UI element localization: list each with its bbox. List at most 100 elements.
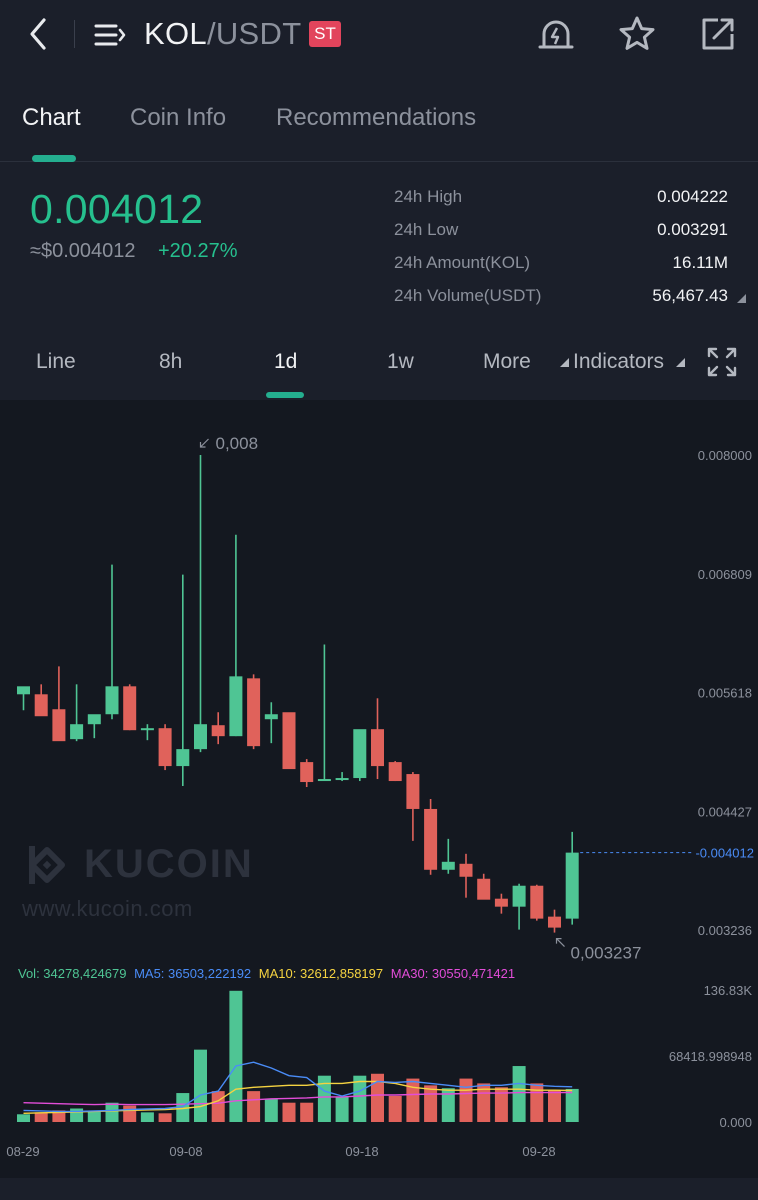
- share-icon[interactable]: [698, 14, 738, 54]
- candle-body: [371, 729, 384, 767]
- min-arrow-icon: [555, 937, 565, 948]
- candle-body: [406, 774, 420, 809]
- price-axis-tick: 0.004427: [698, 804, 752, 819]
- chart-area[interactable]: KUCOIN www.kucoin.com 0.008000 0.006809 0.…: [0, 400, 758, 1178]
- volume-bar: [282, 1102, 296, 1122]
- candle-body: [300, 762, 314, 783]
- tab-chart[interactable]: Chart: [22, 104, 81, 132]
- stat-label: 24h Volume(USDT): [394, 286, 542, 305]
- candle-body: [441, 861, 455, 870]
- candle-body: [424, 808, 438, 870]
- pair-separator: /: [206, 16, 216, 51]
- more-dropdown-icon[interactable]: [560, 358, 569, 367]
- volume-bar: [335, 1096, 349, 1122]
- volume-axis-tick: 68418.998948: [669, 1049, 752, 1064]
- candle-body: [530, 885, 544, 919]
- stat-24h-amount: 24h Amount(KOL) 16.11M: [394, 253, 734, 286]
- volume-bar: [140, 1112, 154, 1122]
- volume-bar: [300, 1102, 314, 1122]
- volume-bar: [229, 990, 243, 1122]
- stat-value: 0.003291: [657, 220, 728, 239]
- price-axis-tick: 0.003236: [698, 923, 752, 938]
- indicators-dropdown-icon[interactable]: [676, 358, 685, 367]
- candle-body: [459, 863, 473, 877]
- stat-value: 0.004222: [657, 187, 728, 206]
- back-arrow-icon[interactable]: [22, 14, 56, 54]
- min-price-label: 0,003237: [571, 944, 642, 963]
- volume-bar: [158, 1113, 172, 1122]
- ma30-label: MA30: 30550,471421: [390, 966, 516, 981]
- stat-label: 24h High: [394, 187, 463, 206]
- price-axis-tick: 0.008000: [698, 448, 752, 463]
- ma5-label: MA5: 36503,222192: [134, 966, 252, 981]
- volume-bar: [406, 1078, 420, 1122]
- top-bar: KOL/USDT ST: [0, 0, 758, 70]
- stat-value: 16.11M: [672, 253, 728, 272]
- volume-bar: [194, 1049, 207, 1122]
- candle-body: [229, 676, 243, 737]
- candle-body: [194, 724, 207, 750]
- trading-pair-title[interactable]: KOL/USDT: [144, 14, 301, 54]
- indicators-button[interactable]: Indicators: [573, 350, 664, 374]
- volume-bar: [388, 1095, 402, 1122]
- period-1d[interactable]: 1d: [274, 350, 297, 374]
- volume-axis-tick: 136.83K: [704, 983, 753, 998]
- candle-body: [158, 728, 172, 767]
- volume-bar: [247, 1091, 261, 1122]
- candlestick-chart[interactable]: 0.008000 0.006809 0.005618 0.004427 0.003236…: [0, 400, 758, 1178]
- volume-bar: [424, 1085, 438, 1122]
- candle-body: [87, 714, 101, 725]
- volume-bar: [565, 1088, 579, 1122]
- candle-body: [34, 694, 48, 717]
- candle-body: [140, 728, 154, 731]
- candle-body: [70, 724, 84, 740]
- quote-currency: USDT: [215, 16, 302, 51]
- candle-body: [548, 916, 561, 928]
- bottom-bar: [0, 1178, 758, 1200]
- candle-body: [123, 686, 137, 731]
- period-1w[interactable]: 1w: [387, 350, 414, 374]
- candle-body: [388, 762, 402, 782]
- period-8h[interactable]: 8h: [159, 350, 182, 374]
- stat-value: 56,467.43: [652, 286, 728, 305]
- period-more[interactable]: More: [483, 350, 531, 374]
- tab-coin-info[interactable]: Coin Info: [130, 104, 226, 132]
- active-period-indicator: [266, 392, 304, 398]
- x-axis-label: 09-18: [345, 1144, 378, 1159]
- candle-body: [565, 852, 579, 919]
- price-change: +20.27%: [158, 240, 238, 262]
- st-badge: ST: [309, 21, 341, 47]
- candle-body: [512, 885, 526, 907]
- ma10-label: MA10: 32612,858197: [258, 966, 384, 981]
- favorite-star-icon[interactable]: [617, 14, 657, 54]
- stat-24h-volume[interactable]: 24h Volume(USDT) 56,467.43: [394, 286, 746, 319]
- active-tab-indicator: [32, 155, 76, 162]
- volume-bar: [34, 1112, 48, 1122]
- menu-icon[interactable]: [92, 18, 128, 52]
- volume-bar: [530, 1083, 544, 1122]
- candle-body: [264, 714, 278, 720]
- price-alert-icon[interactable]: [536, 14, 576, 54]
- stat-24h-low: 24h Low 0.003291: [394, 220, 734, 253]
- expand-triangle-icon[interactable]: [737, 294, 746, 303]
- candle-body: [211, 725, 225, 737]
- volume-bar: [70, 1108, 84, 1122]
- volume-bar: [123, 1105, 137, 1122]
- x-axis-label: 09-28: [522, 1144, 555, 1159]
- candle-body: [335, 778, 349, 781]
- volume-bar: [512, 1066, 526, 1122]
- candle-body: [317, 779, 331, 782]
- tab-recommendations[interactable]: Recommendations: [276, 104, 476, 132]
- candle-body: [17, 686, 30, 695]
- volume-axis-tick: 0.000: [719, 1115, 752, 1130]
- fullscreen-icon[interactable]: [706, 346, 738, 378]
- volume-bar: [317, 1075, 331, 1122]
- candle-body: [52, 709, 66, 742]
- period-selector: Line 8h 1d 1w More Indicators: [0, 340, 758, 400]
- candle-body: [176, 749, 190, 767]
- period-line[interactable]: Line: [36, 350, 76, 374]
- volume-bar: [17, 1114, 30, 1122]
- last-price: 0.004012: [30, 186, 204, 232]
- main-tabs: Chart Coin Info Recommendations: [0, 96, 758, 162]
- usd-price: ≈$0.004012: [30, 240, 136, 262]
